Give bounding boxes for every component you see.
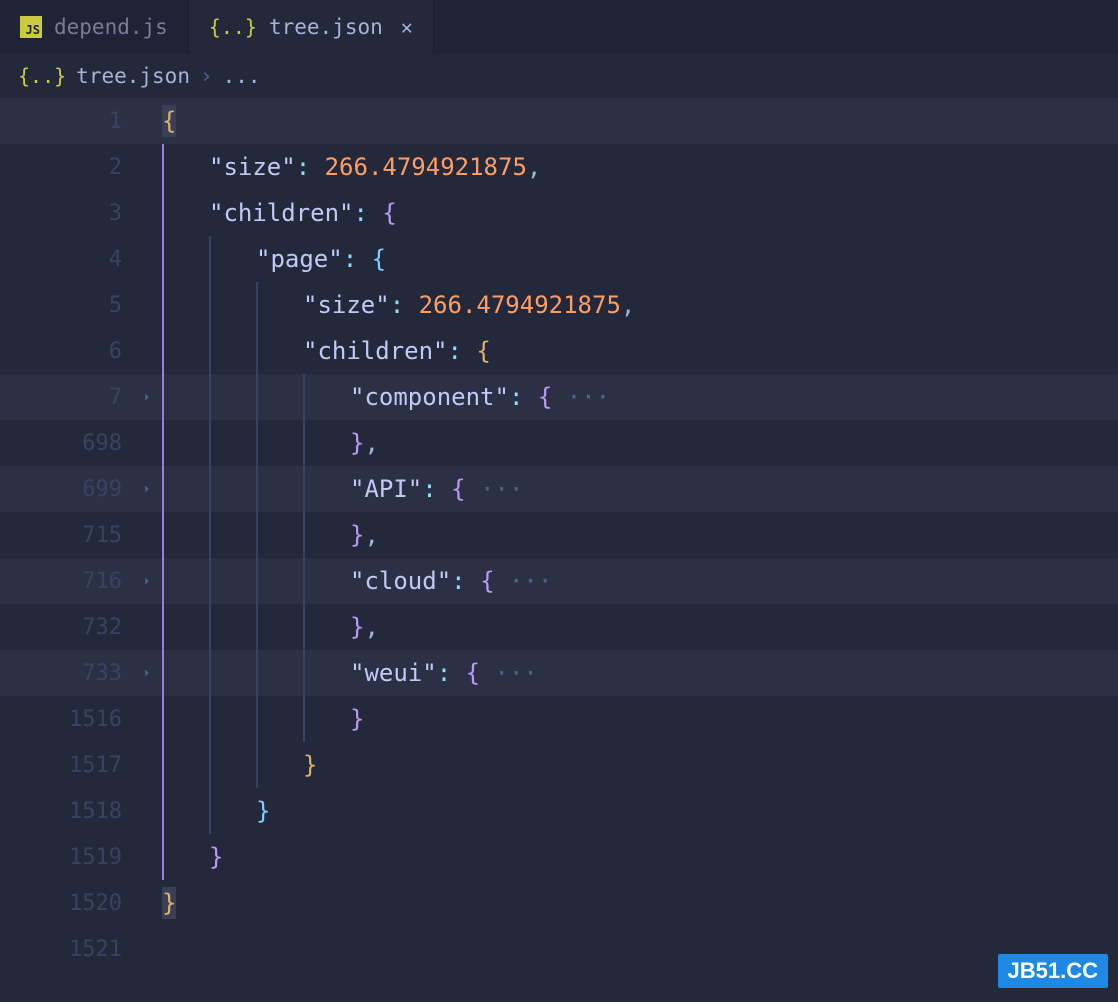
code-line[interactable]: 1518} (0, 788, 1118, 834)
code-content: }, (350, 429, 379, 457)
indent-guides (162, 788, 256, 834)
indent-guides (162, 420, 350, 466)
code-content: "API": { ··· (350, 475, 523, 503)
breadcrumb-rest: ... (223, 64, 261, 88)
chevron-right-icon: › (200, 64, 213, 88)
code-line[interactable]: 1520} (0, 880, 1118, 926)
indent-guides (162, 742, 303, 788)
line-number: 2 (0, 155, 132, 180)
watermark-badge: JB51.CC (998, 954, 1108, 988)
line-number: 716 (0, 569, 132, 594)
code-content: "weui": { ··· (350, 659, 538, 687)
code-line[interactable]: 1519} (0, 834, 1118, 880)
line-number: 1519 (0, 845, 132, 870)
code-line[interactable]: 3 "children": { (0, 190, 1118, 236)
json-file-icon: {..} (209, 15, 257, 39)
code-content: "cloud": { ··· (350, 567, 552, 595)
line-number: 715 (0, 523, 132, 548)
code-line[interactable]: 716 "cloud": { ··· (0, 558, 1118, 604)
js-file-icon: JS (20, 16, 42, 38)
indent-guides (162, 604, 350, 650)
line-number: 733 (0, 661, 132, 686)
tab-label: depend.js (54, 15, 168, 39)
code-content: "component": { ··· (350, 383, 610, 411)
code-line[interactable]: 7 "component": { ··· (0, 374, 1118, 420)
line-number: 1 (0, 109, 132, 134)
json-file-icon: {..} (18, 64, 66, 88)
breadcrumb[interactable]: {..} tree.json › ... (0, 54, 1118, 98)
code-line[interactable]: 6 "children": { (0, 328, 1118, 374)
code-content: { (162, 105, 176, 137)
fold-toggle-icon[interactable] (132, 666, 162, 680)
indent-guides (162, 328, 303, 374)
line-number: 6 (0, 339, 132, 364)
fold-toggle-icon[interactable] (132, 390, 162, 404)
line-number: 699 (0, 477, 132, 502)
line-number: 1520 (0, 891, 132, 916)
code-line[interactable]: 732}, (0, 604, 1118, 650)
line-number: 3 (0, 201, 132, 226)
code-content: } (162, 887, 176, 919)
code-line[interactable]: 1521 (0, 926, 1118, 972)
code-content: "size": 266.4794921875, (209, 153, 541, 181)
line-number: 1517 (0, 753, 132, 778)
code-editor[interactable]: 1{2"size": 266.4794921875,3"children": {… (0, 98, 1118, 972)
code-line[interactable]: 1{ (0, 98, 1118, 144)
code-content: "page": { (256, 245, 386, 273)
code-content: }, (350, 613, 379, 641)
line-number: 7 (0, 385, 132, 410)
tab-depend-js[interactable]: JS depend.js (0, 0, 189, 54)
indent-guides (162, 236, 256, 282)
line-number: 4 (0, 247, 132, 272)
fold-toggle-icon[interactable] (132, 574, 162, 588)
code-line[interactable]: 715}, (0, 512, 1118, 558)
code-content: "children": { (303, 337, 491, 365)
code-content: }, (350, 521, 379, 549)
code-line[interactable]: 2 "size": 266.4794921875, (0, 144, 1118, 190)
code-line[interactable]: 4 "page": { (0, 236, 1118, 282)
indent-guides (162, 834, 209, 880)
tab-tree-json[interactable]: {..} tree.json ✕ (189, 0, 434, 54)
code-line[interactable]: 733 "weui": { ··· (0, 650, 1118, 696)
indent-guides (162, 466, 350, 512)
indent-guides (162, 190, 209, 236)
code-line[interactable]: 5 "size": 266.4794921875, (0, 282, 1118, 328)
line-number: 5 (0, 293, 132, 318)
close-icon[interactable]: ✕ (401, 15, 413, 39)
code-content: } (209, 843, 223, 871)
code-content: } (256, 797, 270, 825)
line-number: 1518 (0, 799, 132, 824)
code-line[interactable]: 698}, (0, 420, 1118, 466)
tab-bar: JS depend.js {..} tree.json ✕ (0, 0, 1118, 54)
indent-guides (162, 650, 350, 696)
line-number: 1516 (0, 707, 132, 732)
code-content: "children": { (209, 199, 397, 227)
indent-guides (162, 696, 350, 742)
line-number: 1521 (0, 937, 132, 962)
code-content: "size": 266.4794921875, (303, 291, 635, 319)
indent-guides (162, 282, 303, 328)
fold-toggle-icon[interactable] (132, 482, 162, 496)
code-content: } (350, 705, 364, 733)
line-number: 698 (0, 431, 132, 456)
indent-guides (162, 558, 350, 604)
code-content: } (303, 751, 317, 779)
code-line[interactable]: 1517} (0, 742, 1118, 788)
breadcrumb-file: tree.json (76, 64, 190, 88)
tab-label: tree.json (269, 15, 383, 39)
indent-guides (162, 144, 209, 190)
code-line[interactable]: 699 "API": { ··· (0, 466, 1118, 512)
indent-guides (162, 374, 350, 420)
indent-guides (162, 512, 350, 558)
line-number: 732 (0, 615, 132, 640)
code-line[interactable]: 1516} (0, 696, 1118, 742)
